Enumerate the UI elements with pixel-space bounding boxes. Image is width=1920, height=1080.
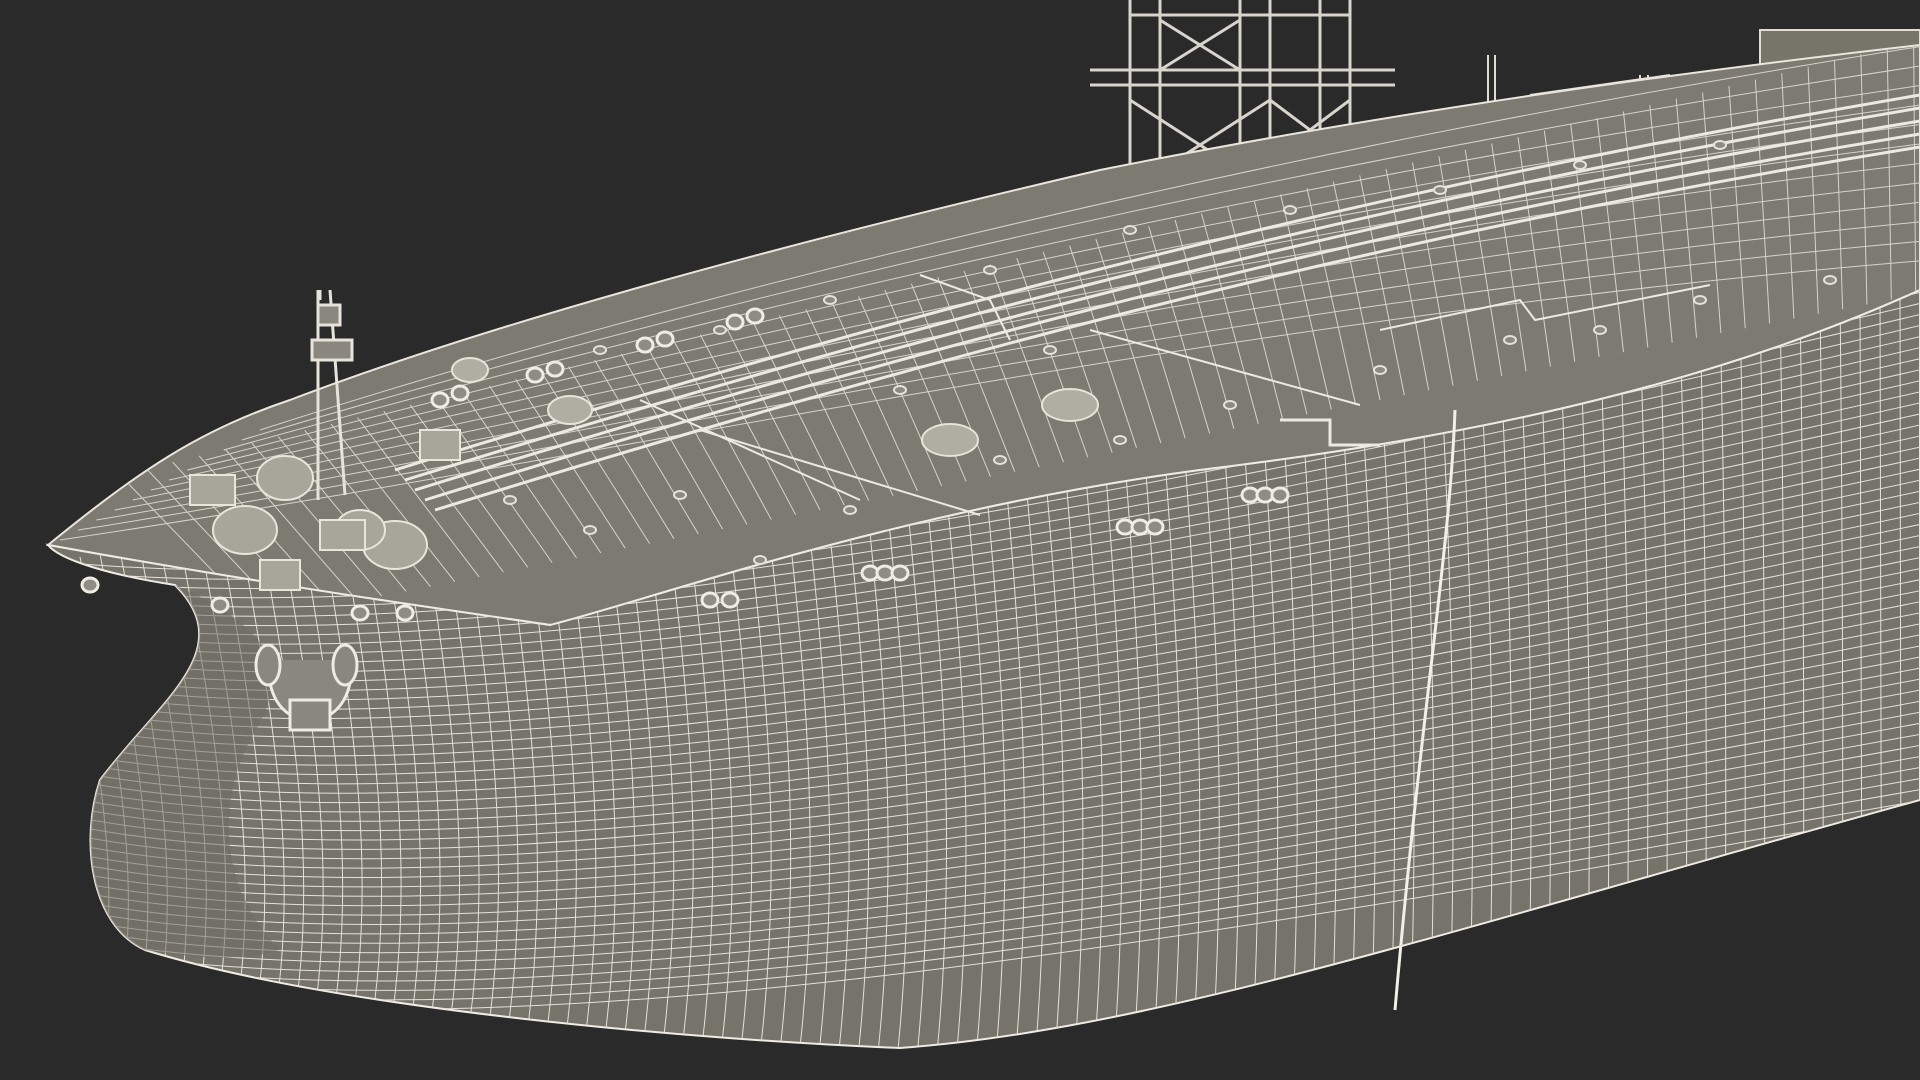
ship-render <box>0 0 1920 1080</box>
viewport <box>0 0 1920 1080</box>
